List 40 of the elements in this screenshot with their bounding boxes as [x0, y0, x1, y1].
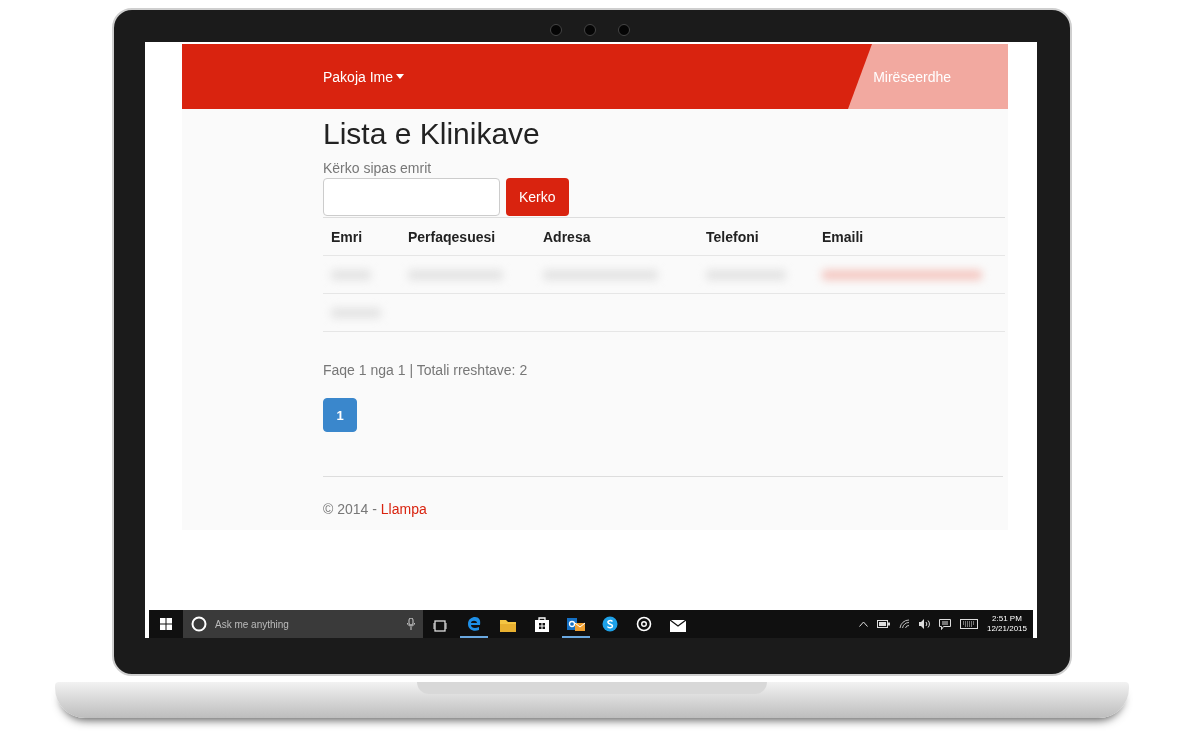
search-placeholder: Ask me anything — [215, 618, 290, 630]
windows-start-icon[interactable] — [160, 618, 172, 630]
paging-summary: Faqe 1 nga 1 | Totali rreshtave: 2 — [323, 362, 529, 378]
search-label: Kërko sipas emrit — [323, 160, 433, 176]
camera-dot — [584, 24, 596, 36]
notification-icon[interactable] — [938, 618, 951, 630]
envelope-icon[interactable] — [670, 620, 686, 632]
camera-dot — [550, 24, 562, 36]
wifi-icon[interactable] — [898, 619, 910, 629]
footer-text: © 2014 - Llampa — [323, 501, 428, 517]
column-header: Emri — [330, 228, 364, 245]
task-view-icon[interactable] — [433, 620, 447, 632]
column-header: Adresa — [542, 228, 592, 245]
column-header: Perfaqesuesi — [407, 228, 497, 245]
chat-bubble-icon[interactable] — [602, 616, 618, 632]
column-header: Emaili — [821, 228, 865, 245]
battery-icon[interactable] — [876, 620, 890, 628]
footer-link[interactable]: Llampa — [380, 501, 427, 517]
keyboard-icon[interactable] — [959, 619, 978, 629]
search-field[interactable] — [323, 178, 500, 216]
column-header: Telefoni — [705, 228, 760, 245]
clock-time: 2:51 PM — [992, 614, 1022, 624]
speaker-icon[interactable] — [918, 619, 930, 629]
shopping-bag-icon[interactable] — [535, 616, 549, 632]
search-button[interactable]: Kerko — [506, 178, 569, 216]
clock-date: 12/21/2015 — [986, 624, 1027, 634]
page-button[interactable]: 1 — [323, 398, 357, 432]
chevron-up-icon[interactable] — [858, 621, 868, 627]
circle-icon — [191, 616, 207, 632]
folder-icon[interactable] — [500, 618, 516, 632]
microphone-icon[interactable] — [407, 618, 415, 630]
camera-dot — [618, 24, 630, 36]
envelope-icon[interactable] — [567, 616, 585, 632]
browser-e-icon[interactable] — [466, 616, 482, 632]
greeting-text: Mirëseerdhe — [873, 68, 951, 85]
menu-link[interactable]: Pakoja Ime — [323, 68, 405, 85]
taskbar-search-field[interactable]: Ask me anything — [183, 610, 423, 638]
caret-icon — [396, 74, 405, 79]
page-title: Lista e Klinikave — [323, 117, 541, 151]
disc-icon[interactable] — [636, 616, 652, 632]
